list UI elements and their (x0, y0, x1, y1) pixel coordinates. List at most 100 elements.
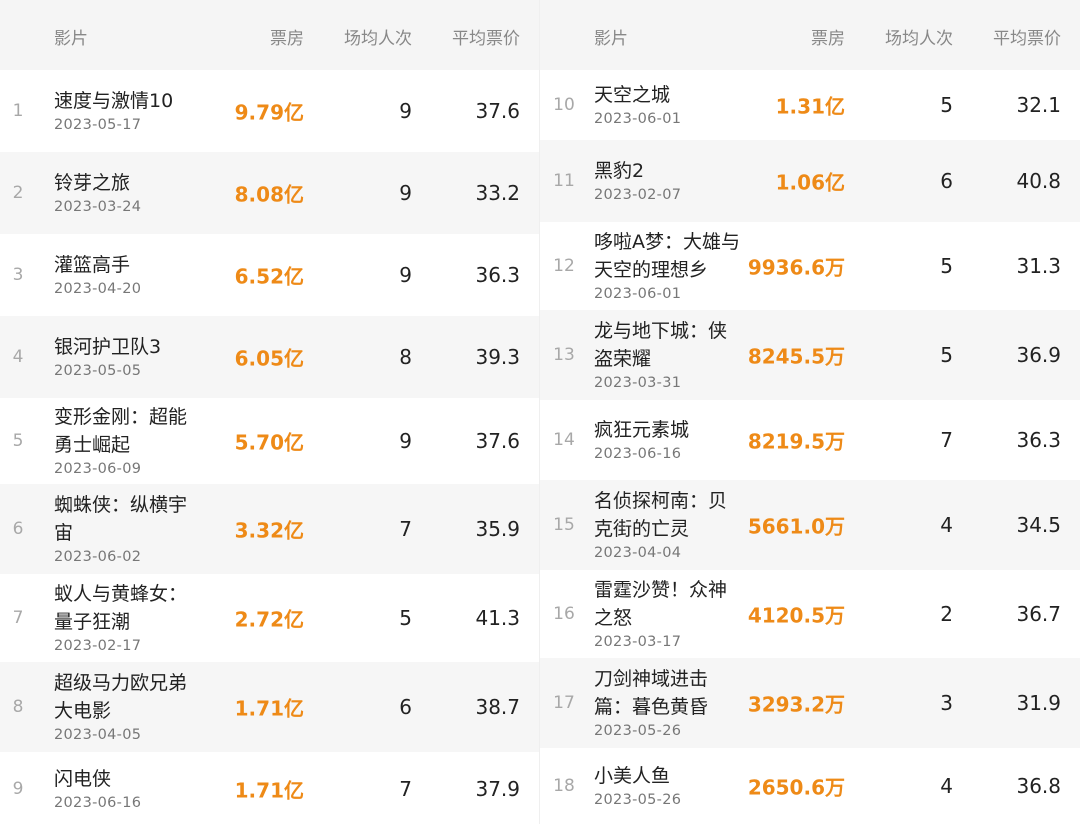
film-name: 名侦探柯南：贝克街的亡灵 (594, 490, 728, 540)
header-film: 影片 (594, 29, 628, 49)
rank-number: 11 (553, 171, 575, 191)
table-row[interactable]: 10 天空之城 2023-06-01 1.31亿 5 32.1 (540, 70, 1080, 140)
header-avg-price: 平均票价 (993, 29, 1061, 49)
film-cell: 黑豹2 2023-02-07 (594, 157, 744, 205)
avg-price-value: 36.3 (475, 263, 520, 287)
box-office-value: 2650.6万 (747, 775, 845, 800)
attendance-value: 3 (940, 691, 953, 715)
rank-number: 8 (12, 697, 24, 717)
avg-price-value: 40.8 (1016, 169, 1061, 193)
rank-number: 6 (12, 519, 24, 539)
release-date: 2023-06-16 (54, 795, 142, 811)
attendance-value: 4 (940, 513, 953, 537)
avg-price-value: 36.3 (1016, 428, 1061, 452)
box-office-value: 3293.2万 (747, 692, 845, 717)
avg-price-value: 34.5 (1016, 513, 1061, 537)
table-row[interactable]: 17 刀剑神域进击篇：暮色黄昏 2023-05-26 3293.2万 3 31.… (540, 658, 1080, 748)
release-date: 2023-03-24 (54, 199, 142, 215)
film-name: 超级马力欧兄弟大电影 (54, 672, 188, 722)
avg-price-value: 36.8 (1016, 774, 1061, 798)
box-office-value: 6.52亿 (234, 264, 304, 289)
release-date: 2023-05-05 (54, 363, 142, 379)
ranking-column-right: 影片 票房 场均人次 平均票价 10 天空之城 2023-06-01 1.31亿… (540, 0, 1080, 824)
attendance-value: 9 (399, 99, 412, 123)
attendance-value: 5 (940, 254, 953, 278)
release-date: 2023-06-09 (54, 461, 142, 477)
film-name: 哆啦A梦：大雄与天空的理想乡 (594, 231, 740, 281)
rank-number: 4 (12, 347, 24, 367)
rank-number: 18 (553, 776, 575, 796)
box-office-value: 6.05亿 (234, 346, 304, 371)
box-office-value: 8219.5万 (747, 429, 845, 454)
film-cell: 天空之城 2023-06-01 (594, 81, 744, 129)
table-row[interactable]: 13 龙与地下城：侠盗荣耀 2023-03-31 8245.5万 5 36.9 (540, 310, 1080, 400)
release-date: 2023-04-04 (594, 545, 682, 561)
film-cell: 蚁人与黄蜂女：量子狂潮 2023-02-17 (54, 580, 204, 656)
header-film: 影片 (54, 29, 88, 49)
attendance-value: 5 (940, 343, 953, 367)
box-office-value: 2.72亿 (234, 607, 304, 632)
avg-price-value: 41.3 (475, 606, 520, 630)
release-date: 2023-05-26 (594, 723, 682, 739)
film-cell: 龙与地下城：侠盗荣耀 2023-03-31 (594, 317, 744, 393)
attendance-value: 2 (940, 602, 953, 626)
avg-price-value: 37.9 (475, 777, 520, 801)
rank-number: 12 (553, 256, 575, 276)
rank-number: 13 (553, 345, 575, 365)
table-row[interactable]: 4 银河护卫队3 2023-05-05 6.05亿 8 39.3 (0, 316, 539, 398)
box-office-value: 9.79亿 (234, 100, 304, 125)
attendance-value: 5 (940, 93, 953, 117)
table-row[interactable]: 8 超级马力欧兄弟大电影 2023-04-05 1.71亿 6 38.7 (0, 662, 539, 752)
table-row[interactable]: 7 蚁人与黄蜂女：量子狂潮 2023-02-17 2.72亿 5 41.3 (0, 574, 539, 662)
rank-number: 1 (12, 101, 24, 121)
release-date: 2023-06-01 (594, 286, 682, 302)
release-date: 2023-04-20 (54, 281, 142, 297)
avg-price-value: 35.9 (475, 517, 520, 541)
table-row[interactable]: 5 变形金刚：超能勇士崛起 2023-06-09 5.70亿 9 37.6 (0, 398, 539, 484)
film-cell: 刀剑神域进击篇：暮色黄昏 2023-05-26 (594, 665, 744, 741)
attendance-value: 4 (940, 774, 953, 798)
attendance-value: 6 (940, 169, 953, 193)
avg-price-value: 31.9 (1016, 691, 1061, 715)
film-name: 龙与地下城：侠盗荣耀 (594, 320, 728, 370)
avg-price-value: 36.9 (1016, 343, 1061, 367)
rank-number: 14 (553, 430, 575, 450)
film-cell: 蜘蛛侠：纵横宇宙 2023-06-02 (54, 491, 204, 567)
attendance-value: 9 (399, 181, 412, 205)
film-name: 天空之城 (594, 84, 671, 106)
attendance-value: 9 (399, 263, 412, 287)
avg-price-value: 36.7 (1016, 602, 1061, 626)
table-row[interactable]: 12 哆啦A梦：大雄与天空的理想乡 2023-06-01 9936.6万 5 3… (540, 222, 1080, 310)
avg-price-value: 39.3 (475, 345, 520, 369)
table-row[interactable]: 9 闪电侠 2023-06-16 1.71亿 7 37.9 (0, 752, 539, 824)
film-name: 蚁人与黄蜂女：量子狂潮 (54, 583, 188, 633)
table-row[interactable]: 16 雷霆沙赞！众神之怒 2023-03-17 4120.5万 2 36.7 (540, 570, 1080, 658)
table-row[interactable]: 2 铃芽之旅 2023-03-24 8.08亿 9 33.2 (0, 152, 539, 234)
avg-price-value: 33.2 (475, 181, 520, 205)
table-row[interactable]: 14 疯狂元素城 2023-06-16 8219.5万 7 36.3 (540, 400, 1080, 480)
table-row[interactable]: 1 速度与激情10 2023-05-17 9.79亿 9 37.6 (0, 70, 539, 152)
attendance-value: 9 (399, 429, 412, 453)
attendance-value: 7 (399, 517, 412, 541)
film-cell: 铃芽之旅 2023-03-24 (54, 169, 204, 217)
table-row[interactable]: 15 名侦探柯南：贝克街的亡灵 2023-04-04 5661.0万 4 34.… (540, 480, 1080, 570)
avg-price-value: 37.6 (475, 99, 520, 123)
table-row[interactable]: 18 小美人鱼 2023-05-26 2650.6万 4 36.8 (540, 748, 1080, 824)
box-office-value: 5661.0万 (747, 514, 845, 539)
release-date: 2023-02-17 (54, 638, 142, 654)
header-box-office: 票房 (270, 29, 304, 49)
table-row[interactable]: 6 蜘蛛侠：纵横宇宙 2023-06-02 3.32亿 7 35.9 (0, 484, 539, 574)
film-cell: 名侦探柯南：贝克街的亡灵 2023-04-04 (594, 487, 744, 563)
table-row[interactable]: 11 黑豹2 2023-02-07 1.06亿 6 40.8 (540, 140, 1080, 222)
release-date: 2023-06-02 (54, 549, 142, 565)
box-office-value: 4120.5万 (747, 603, 845, 628)
release-date: 2023-06-16 (594, 446, 682, 462)
rank-number: 15 (553, 515, 575, 535)
release-date: 2023-05-17 (54, 117, 142, 133)
film-name: 蜘蛛侠：纵横宇宙 (54, 494, 188, 544)
film-cell: 银河护卫队3 2023-05-05 (54, 333, 204, 381)
box-office-value: 5.70亿 (234, 430, 304, 455)
film-name: 银河护卫队3 (54, 336, 162, 358)
avg-price-value: 32.1 (1016, 93, 1061, 117)
table-row[interactable]: 3 灌篮高手 2023-04-20 6.52亿 9 36.3 (0, 234, 539, 316)
